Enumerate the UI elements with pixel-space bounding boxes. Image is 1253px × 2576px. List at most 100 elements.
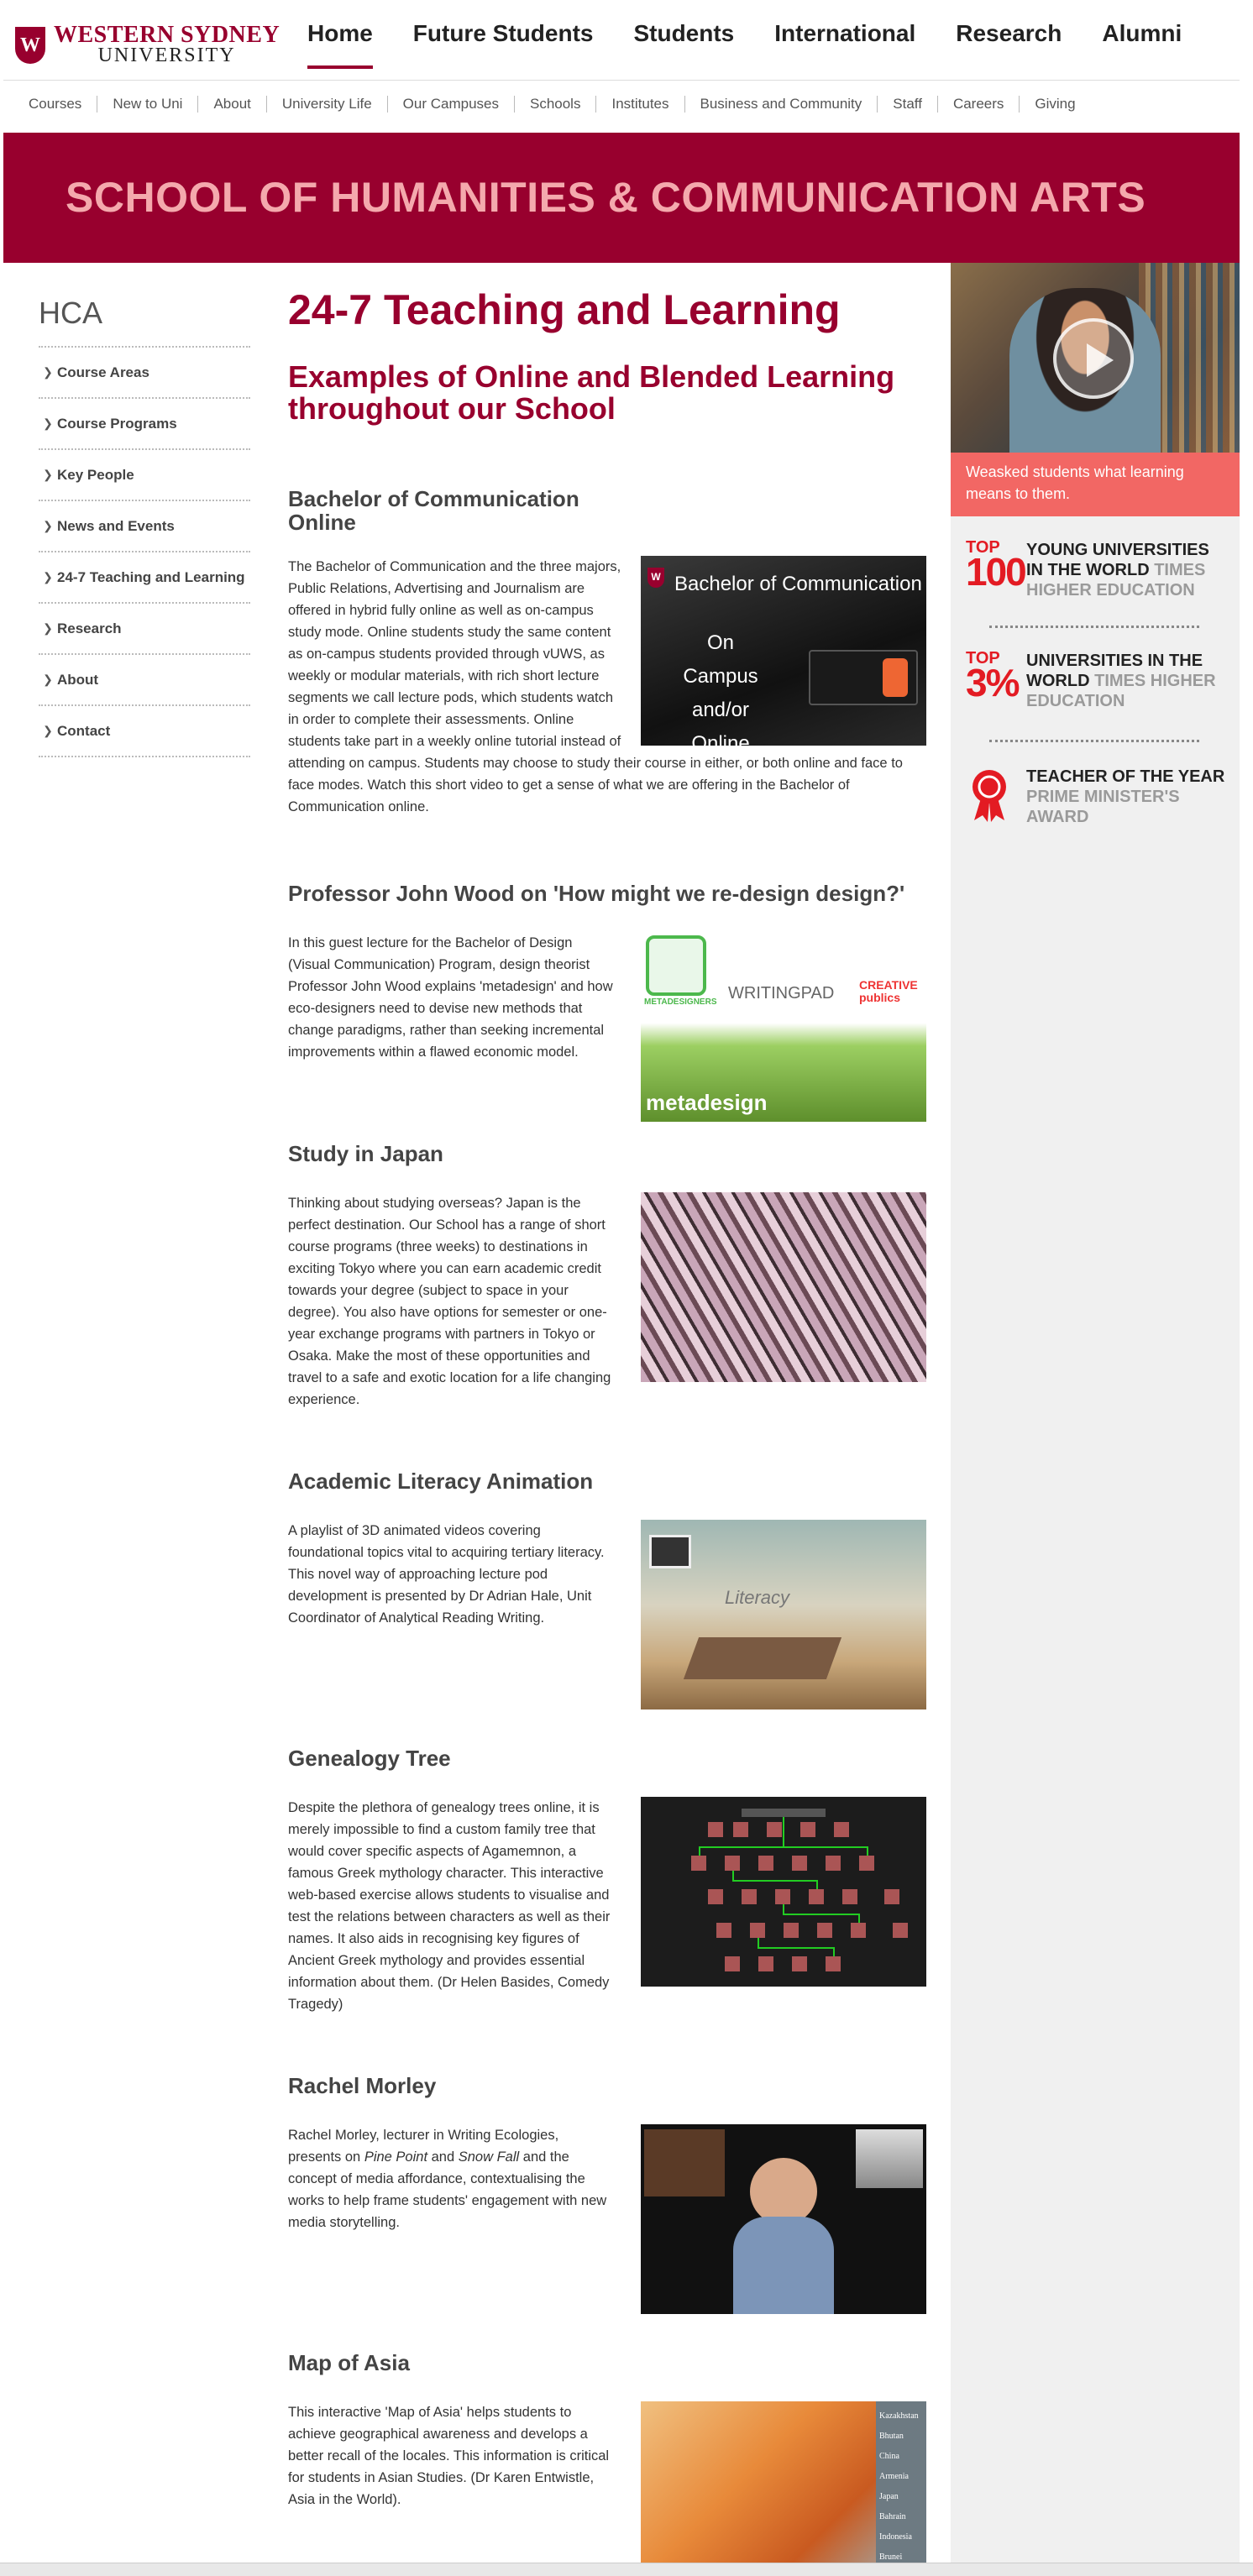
school-banner: SCHOOL OF HUMANITIES & COMMUNICATION ART… <box>3 133 1240 263</box>
nav-home[interactable]: Home <box>307 20 373 69</box>
section-body-wrap: Thinking about studying overseas? Japan … <box>288 1192 616 1411</box>
section-body-text: A playlist of 3D animated videos coverin… <box>288 1523 605 1626</box>
award-source-text: PRIME MINISTER'S AWARD <box>1026 788 1180 826</box>
chevron-right-icon: ❯ <box>43 621 53 635</box>
pine-point-title: Pine Point <box>364 2149 428 2165</box>
sidebar-item-about[interactable]: ❯ About <box>39 655 250 706</box>
sidebar-item-label: News and Events <box>57 517 175 534</box>
map-of-asia-thumbnail[interactable]: Kazakhstan Bhutan China Armenia Japan Ba… <box>641 2401 926 2563</box>
nav-students[interactable]: Students <box>633 20 734 67</box>
section-heading: Professor John Wood on 'How might we re-… <box>288 881 905 906</box>
page-bottom-edge <box>0 2563 1253 2576</box>
sidebar-item-course-programs[interactable]: ❯ Course Programs <box>39 399 250 450</box>
sidebar-item-label: 24-7 Teaching and Learning <box>57 568 245 585</box>
award-title-text: TEACHER OF THE YEAR <box>1026 767 1225 786</box>
country-label: Japan <box>879 2492 899 2501</box>
nav-alumni[interactable]: Alumni <box>1102 20 1182 67</box>
section-heading: Map of Asia <box>288 2350 410 2375</box>
logo-line-1: WESTERN SYDNEY <box>54 22 280 48</box>
subnav-about[interactable]: About <box>198 96 267 113</box>
chevron-right-icon: ❯ <box>43 416 53 430</box>
award-badge: TOP 100 <box>966 539 1027 594</box>
sidebar-item-key-people[interactable]: ❯ Key People <box>39 450 250 501</box>
subnav-university-life[interactable]: University Life <box>267 96 388 113</box>
rachel-morley-video-thumbnail[interactable] <box>641 2124 926 2314</box>
section-body-wrap: This interactive 'Map of Asia' helps stu… <box>288 2401 616 2511</box>
subnav-business-community[interactable]: Business and Community <box>685 96 878 113</box>
section-study-japan: Study in Japan Thinking about studying o… <box>288 1142 926 1419</box>
secondary-nav: Courses New to Uni About University Life… <box>3 81 1240 128</box>
logo-shield-icon: W <box>15 27 45 64</box>
snow-fall-still <box>856 2129 923 2188</box>
japan-cherry-blossom-image[interactable] <box>641 1192 926 1382</box>
award-top-100: TOP 100 YOUNG UNIVERSITIES IN THE WORLD … <box>966 539 1228 600</box>
writingpad-logo: WRITINGPAD <box>728 984 835 1003</box>
award-teacher-of-year: TEACHER OF THE YEAR PRIME MINISTER'S AWA… <box>966 767 1228 827</box>
sidebar-item-research[interactable]: ❯ Research <box>39 604 250 655</box>
award-big-number: 3% <box>966 661 1020 704</box>
float-spacer <box>622 556 926 749</box>
country-label: Armenia <box>879 2472 909 2481</box>
country-label: Kazakhstan <box>879 2411 919 2421</box>
student-video[interactable] <box>951 263 1240 453</box>
tv-graphic <box>649 1535 691 1568</box>
sidebar-item-label: Key People <box>57 466 134 483</box>
section-map-of-asia: Map of Asia This interactive 'Map of Asi… <box>288 2351 926 2569</box>
chevron-right-icon: ❯ <box>43 468 53 481</box>
divider <box>989 626 1199 628</box>
page-title: 24-7 Teaching and Learning <box>288 286 841 333</box>
nav-future-students[interactable]: Future Students <box>413 20 594 67</box>
video-caption: Weasked students what learning means to … <box>951 453 1240 516</box>
metadesigners-logo <box>646 935 706 996</box>
metadesign-thumbnail[interactable]: METADESIGNERS WRITINGPAD CREATIVE public… <box>641 932 926 1122</box>
sidebar-item-teaching-learning[interactable]: ❯ 24-7 Teaching and Learning <box>39 552 250 604</box>
section-body-wrap: A playlist of 3D animated videos coverin… <box>288 1520 616 1629</box>
nav-international[interactable]: International <box>774 20 915 67</box>
section-rachel-morley: Rachel Morley Rachel Morley, lecturer in… <box>288 2074 926 2326</box>
section-body-text: Rachel Morley, lecturer in Writing Ecolo… <box>288 2124 616 2233</box>
subnav-our-campuses[interactable]: Our Campuses <box>388 96 515 113</box>
section-body-wrap: In this guest lecture for the Bachelor o… <box>288 932 616 1063</box>
country-label: Indonesia <box>879 2532 912 2542</box>
section-body-text: Thinking about studying overseas? Japan … <box>288 1196 611 1407</box>
award-big-number: 100 <box>966 550 1027 594</box>
section-body-wrap: Rachel Morley, lecturer in Writing Ecolo… <box>288 2124 616 2233</box>
nav-research[interactable]: Research <box>956 20 1062 67</box>
chevron-right-icon: ❯ <box>43 519 53 532</box>
award-badge: TOP 3% <box>966 650 1020 704</box>
section-body-text: This interactive 'Map of Asia' helps stu… <box>288 2405 610 2507</box>
main-nav: Home Future Students Students Internatio… <box>307 20 1222 69</box>
section-heading: Academic Literacy Animation <box>288 1469 594 1494</box>
sidebar-nav: ❯ Course Areas ❯ Course Programs ❯ Key Peop… <box>39 346 250 757</box>
subnav-careers[interactable]: Careers <box>938 96 1020 113</box>
sidebar-item-contact[interactable]: ❯ Contact <box>39 706 250 757</box>
subnav-institutes[interactable]: Institutes <box>596 96 685 113</box>
award-ribbon-icon <box>969 768 1009 826</box>
section-genealogy-tree: Genealogy Tree Despite the plethora of g… <box>288 1746 926 2049</box>
subnav-staff[interactable]: Staff <box>878 96 938 113</box>
sidebar-item-course-areas[interactable]: ❯ Course Areas <box>39 348 250 399</box>
subnav-schools[interactable]: Schools <box>515 96 597 113</box>
award-title: TEACHER OF THE YEAR PRIME MINISTER'S AWA… <box>1026 767 1228 827</box>
divider <box>989 740 1199 742</box>
genealogy-tree-thumbnail[interactable] <box>641 1797 926 1987</box>
metadesign-label: metadesign <box>646 1090 768 1115</box>
award-top-3-percent: TOP 3% UNIVERSITIES IN THE WORLD TIMES H… <box>966 650 1226 710</box>
award-title: YOUNG UNIVERSITIES IN THE WORLD TIMES HI… <box>1026 540 1228 600</box>
sidebar-item-news-events[interactable]: ❯ News and Events <box>39 501 250 552</box>
chevron-right-icon: ❯ <box>43 673 53 686</box>
chevron-right-icon: ❯ <box>43 365 53 379</box>
play-icon[interactable] <box>1053 318 1134 399</box>
metadesigners-label: METADESIGNERS <box>644 997 717 1007</box>
subnav-giving[interactable]: Giving <box>1020 96 1090 113</box>
university-logo[interactable]: W WESTERN SYDNEY UNIVERSITY <box>15 22 280 65</box>
sidebar-item-label: Contact <box>57 722 111 739</box>
section-body-wrap: Despite the plethora of genealogy trees … <box>288 1797 616 2015</box>
literacy-animation-thumbnail[interactable]: Literacy <box>641 1520 926 1709</box>
subnav-courses[interactable]: Courses <box>29 96 98 113</box>
banner-title: SCHOOL OF HUMANITIES & COMMUNICATION ART… <box>66 174 1146 221</box>
presenter-head <box>750 2158 817 2225</box>
subnav-new-to-uni[interactable]: New to Uni <box>97 96 199 113</box>
right-sidebar: Weasked students what learning means to … <box>951 263 1240 2563</box>
country-label: China <box>879 2452 899 2461</box>
